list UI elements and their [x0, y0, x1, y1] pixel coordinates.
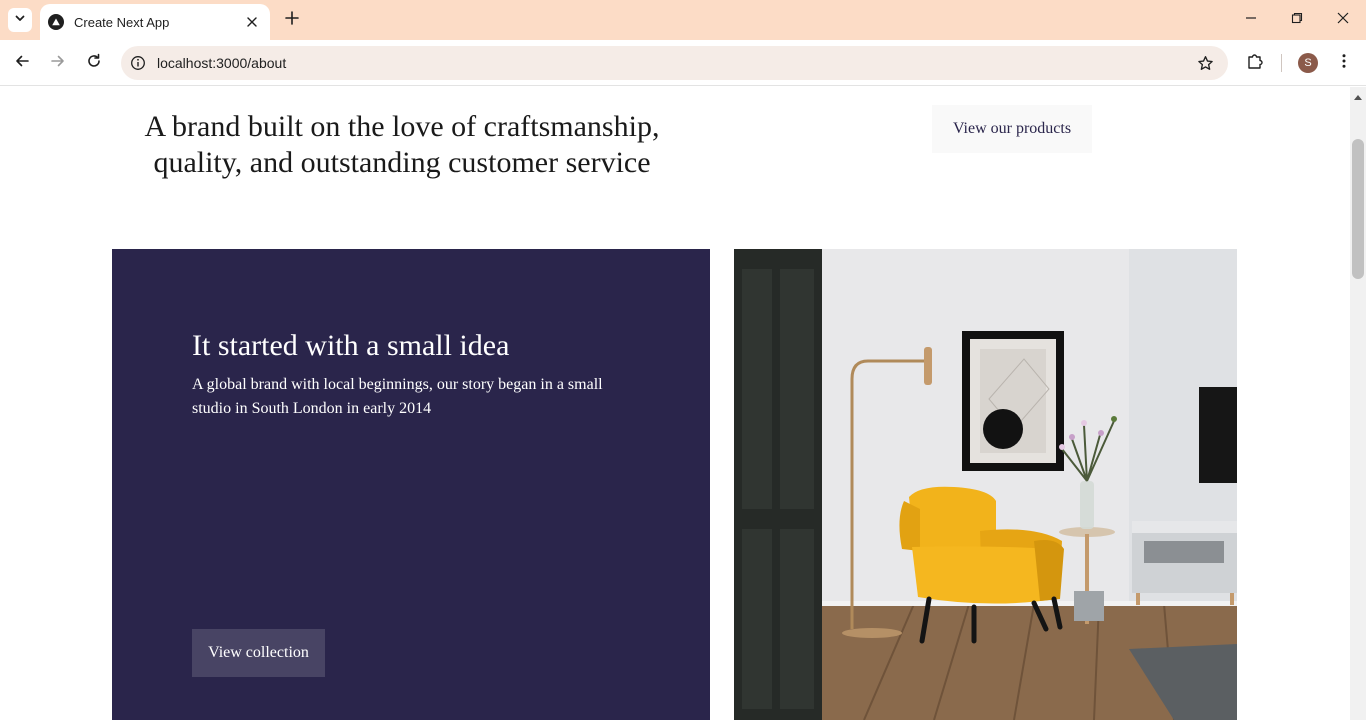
nextjs-logo-icon: [48, 14, 64, 30]
story-body: A global brand with local beginnings, ou…: [192, 376, 603, 417]
tab-bar: Create Next App: [0, 0, 1366, 40]
page-scrollbar[interactable]: [1350, 87, 1366, 720]
view-collection-button[interactable]: View collection: [192, 629, 325, 677]
restore-icon: [1291, 11, 1303, 29]
star-icon[interactable]: [1196, 54, 1214, 72]
minimize-icon: [1245, 11, 1257, 29]
scrollbar-thumb[interactable]: [1352, 139, 1364, 279]
close-window-button[interactable]: [1320, 0, 1366, 40]
kebab-menu-icon: [1336, 53, 1352, 74]
hero-heading: A brand built on the love of craftsmansh…: [144, 110, 660, 179]
avatar[interactable]: S: [1298, 53, 1318, 73]
browser-tab-active[interactable]: Create Next App: [40, 4, 270, 40]
story-title: It started with a small idea: [192, 329, 510, 362]
info-icon[interactable]: [130, 55, 146, 71]
browser-menu-button[interactable]: [1332, 51, 1356, 75]
new-tab-button[interactable]: [282, 10, 302, 30]
close-icon: [1337, 11, 1349, 29]
browser-toolbar: localhost:3000/about S: [0, 40, 1366, 86]
extensions-button[interactable]: [1243, 51, 1267, 75]
plus-icon: [285, 10, 299, 30]
scroll-up-button[interactable]: [1350, 87, 1366, 104]
reload-icon: [86, 53, 102, 74]
story-panel: It started with a small idea A global br…: [112, 249, 710, 720]
restore-button[interactable]: [1274, 0, 1320, 40]
tab-title: Create Next App: [74, 14, 170, 30]
page-viewport: A brand built on the love of craftsmansh…: [0, 87, 1350, 720]
forward-button[interactable]: [46, 51, 70, 75]
close-icon[interactable]: [244, 14, 260, 30]
back-button[interactable]: [10, 51, 34, 75]
puzzle-icon: [1246, 52, 1264, 75]
minimize-button[interactable]: [1228, 0, 1274, 40]
chevron-down-icon: [14, 11, 26, 29]
triangle-up-icon: [1354, 87, 1362, 105]
tab-search-button[interactable]: [8, 8, 32, 32]
url-text[interactable]: localhost:3000/about: [157, 55, 286, 71]
view-products-button[interactable]: View our products: [932, 105, 1092, 153]
toolbar-divider: [1281, 54, 1282, 72]
arrow-right-icon: [50, 53, 66, 74]
interior-photo: [734, 249, 1237, 720]
reload-button[interactable]: [82, 51, 106, 75]
address-bar[interactable]: localhost:3000/about: [121, 46, 1228, 80]
arrow-left-icon: [14, 53, 30, 74]
